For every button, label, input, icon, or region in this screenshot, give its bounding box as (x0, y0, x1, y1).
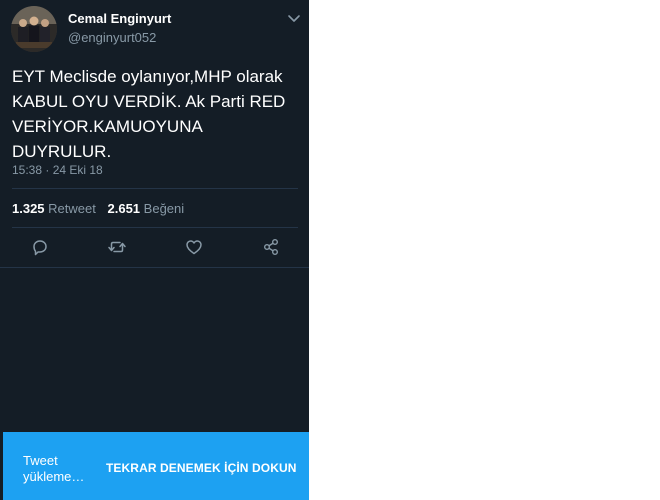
retweet-stat[interactable]: 1.325 Retweet (12, 201, 96, 216)
author-display-name[interactable]: Cemal Enginyurt (68, 11, 171, 26)
retry-button[interactable]: TEKRAR DENEMEK İÇİN DOKUN (106, 461, 297, 475)
share-icon[interactable] (261, 237, 281, 257)
author-handle[interactable]: @enginyurt052 (68, 30, 156, 45)
tweet-stats: 1.325 Retweet 2.651 Beğeni (12, 201, 192, 216)
chevron-down-icon[interactable] (286, 10, 302, 26)
snackbar-message: Tweet yükleme… (23, 453, 85, 484)
like-icon[interactable] (184, 237, 204, 257)
like-label: Beğeni (143, 201, 185, 216)
like-count: 2.651 (107, 201, 141, 216)
divider (0, 267, 309, 268)
retweet-label: Retweet (48, 201, 96, 216)
tweet-timestamp: 15:38 · 24 Eki 18 (12, 163, 103, 177)
avatar[interactable] (11, 6, 57, 52)
profile-photo (11, 6, 57, 52)
retweet-count: 1.325 (12, 201, 45, 216)
retweet-icon[interactable] (107, 237, 127, 257)
snackbar: Tweet yükleme… TEKRAR DENEMEK İÇİN DOKUN (3, 432, 309, 500)
reply-icon[interactable] (30, 237, 50, 257)
tweet-text: EYT Meclisde oylanıyor,MHP olarak KABUL … (12, 67, 286, 161)
divider (12, 227, 298, 228)
like-stat[interactable]: 2.651 Beğeni (108, 201, 185, 216)
divider (12, 188, 298, 189)
tweet-detail-screen: Cemal Enginyurt @enginyurt052 EYT Meclis… (0, 0, 309, 500)
